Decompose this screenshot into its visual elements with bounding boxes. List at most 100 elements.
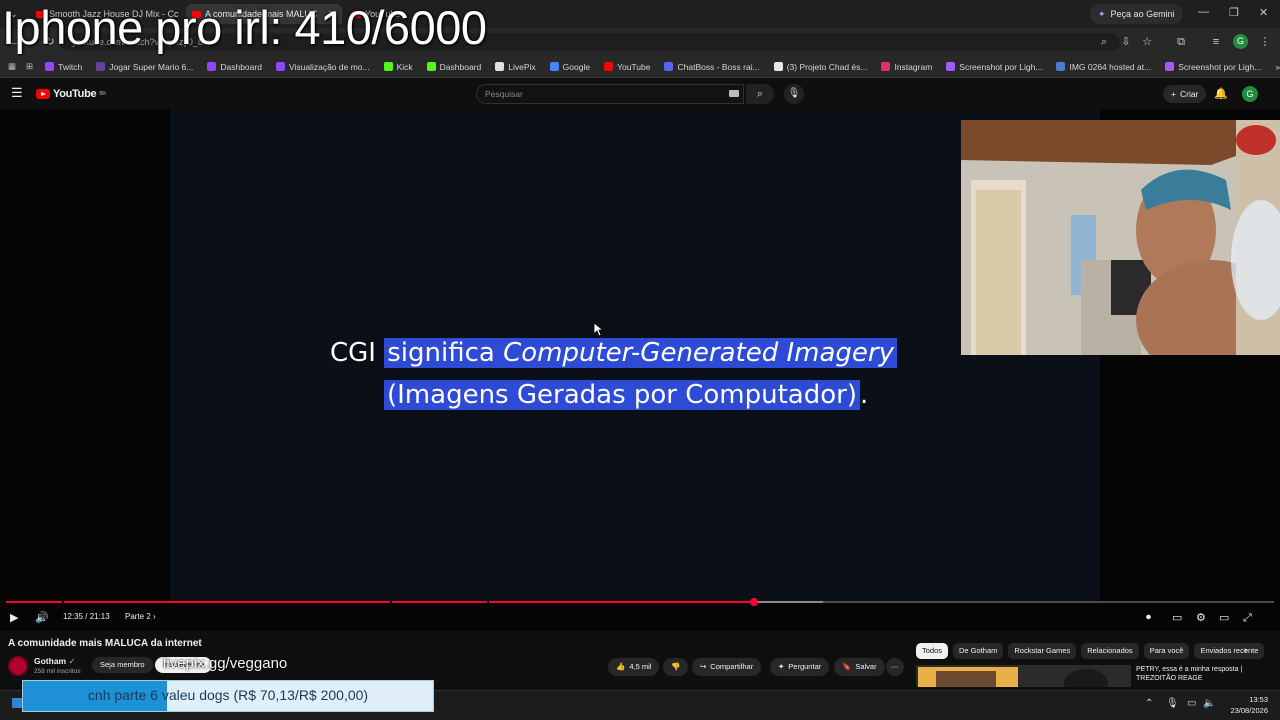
bookmark-item[interactable]: IMG 0264 hosted at... [1050, 62, 1157, 72]
bookmark-star-icon[interactable]: ☆ [1139, 34, 1155, 50]
like-button[interactable]: 👍 4,5 mil [608, 658, 660, 676]
subtitles-icon[interactable]: ▭ [1172, 611, 1182, 625]
logo-text: YouTube [53, 88, 97, 100]
chapter-button[interactable]: Parte 2 › [125, 612, 156, 621]
create-button[interactable]: + Criar [1163, 85, 1207, 103]
bookmark-item[interactable]: Dashboard [421, 62, 488, 72]
caption-line2: (Imagens Geradas por Computador) [384, 380, 860, 410]
chevron-up-icon[interactable]: ⌃ [1145, 698, 1153, 709]
bookmark-item[interactable]: Jogar Super Mario 6... [90, 62, 199, 72]
theater-mode-icon[interactable]: ▭ [1219, 611, 1229, 625]
grid-icon[interactable]: ⊞ [22, 61, 37, 72]
webcam-overlay [961, 120, 1280, 355]
video-title: A comunidade mais MALUCA da internet [8, 638, 202, 649]
channel-name[interactable]: Gotham ✓ [34, 656, 76, 667]
bookmark-favicon-icon [773, 62, 783, 71]
channel-name-text: Gotham [34, 656, 67, 666]
settings-gear-icon[interactable]: ⚙ [1196, 611, 1206, 625]
bookmark-label: (3) Projeto Chad és... [786, 61, 868, 72]
bookmark-item[interactable]: Visualização de mo... [270, 62, 376, 72]
subscriber-count: 258 mil inscritos [34, 668, 81, 675]
bookmark-item[interactable]: Google [544, 62, 596, 72]
search-button[interactable]: ⌕ [746, 84, 774, 104]
bookmark-favicon-icon [881, 62, 891, 71]
notifications-bell-icon[interactable]: 🔔 [1214, 87, 1228, 100]
chip-3[interactable]: Relacionados [1081, 643, 1139, 659]
chip-0[interactable]: Todos [916, 643, 949, 659]
minimize-icon[interactable]: — [1198, 6, 1209, 18]
chip-2[interactable]: Rockstar Games [1008, 643, 1077, 659]
youtube-logo[interactable]: YouTube BR [36, 88, 106, 100]
plus-icon: + [1171, 89, 1176, 99]
volume-icon[interactable]: 🔊 [35, 611, 49, 625]
ask-button[interactable]: ✦ Perguntar [770, 658, 830, 676]
bookmark-item[interactable]: Kick [378, 62, 419, 72]
bookmark-item[interactable]: ChatBoss - Boss rai... [658, 62, 765, 72]
chip-5[interactable]: Enviados recente [1194, 643, 1265, 659]
autoplay-toggle-icon[interactable]: ⏺ [1146, 611, 1151, 625]
apps-icon[interactable]: ▦ [4, 61, 20, 72]
dislike-button[interactable]: 👎 [663, 658, 689, 676]
media-icon[interactable]: ≡ [1208, 34, 1224, 50]
bookmark-item[interactable]: LivePix [489, 62, 541, 72]
chip-4[interactable]: Para você [1143, 643, 1190, 659]
more-actions-button[interactable]: ⋯ [886, 658, 904, 676]
recommendation-title[interactable]: PETRY, essa é a minha resposta | TREZOIT… [1136, 665, 1276, 683]
install-icon[interactable]: ⇩ [1118, 34, 1134, 50]
join-button[interactable]: Seja membro [92, 657, 153, 673]
bookmark-item[interactable]: YouTube [598, 62, 656, 72]
thumbs-up-icon: 👍 [616, 662, 626, 671]
bookmark-item[interactable]: (3) Projeto Chad és... [768, 62, 874, 72]
search-input[interactable]: Pesquisar [476, 84, 744, 104]
caption-word: significa [387, 338, 504, 368]
gemini-button[interactable]: ✦ Peça ao Gemini [1090, 4, 1183, 24]
bookmark-item[interactable]: Instagram [875, 62, 938, 72]
keyboard-icon[interactable] [729, 90, 739, 97]
caption-end: . [859, 380, 869, 410]
bookmark-label: Google [562, 61, 591, 72]
menu-kebab-icon[interactable]: ⋮ [1257, 34, 1273, 50]
microphone-tray-icon[interactable]: 🎙 [1166, 698, 1179, 709]
hamburger-menu-icon[interactable]: ☰ [11, 86, 25, 100]
chapter-marker [487, 601, 489, 603]
bookmarks-bar: ▦ ⊞ Twitch Jogar Super Mario 6... Dashboar… [0, 56, 1280, 78]
system-clock[interactable]: 13:53 23/08/2026 [1216, 694, 1268, 716]
time-display: 12:35 / 21:13 [63, 612, 110, 621]
fullscreen-icon[interactable]: ⤢ [1243, 611, 1252, 625]
save-button[interactable]: 🔖 Salvar [834, 658, 885, 676]
bookmark-label: Screenshot por Ligh... [1178, 61, 1262, 72]
network-icon[interactable]: ▭ [1187, 698, 1196, 709]
bookmark-item[interactable]: Screenshot por Ligh... [940, 62, 1048, 72]
clock-time: 13:53 [1249, 695, 1268, 704]
microphone-icon[interactable]: 🎙 [784, 84, 804, 104]
windows-start-icon[interactable] [12, 698, 22, 708]
caption-highlight: significa Computer-Generated Imagery [384, 338, 898, 368]
speaker-tray-icon[interactable]: 🔈 [1203, 698, 1215, 709]
bookmark-item[interactable]: Screenshot por Ligh... [1159, 62, 1267, 72]
bookmark-label: Visualização de mo... [288, 61, 370, 72]
chevron-right-icon[interactable]: › [1244, 645, 1247, 656]
recommendation-chips: Todos De Gotham Rockstar Games Relacionados… [916, 643, 1265, 659]
bookmark-label: Twitch [58, 61, 83, 72]
maximize-icon[interactable]: ❐ [1229, 6, 1239, 19]
profile-avatar[interactable]: G [1233, 34, 1248, 49]
zoom-icon[interactable]: ⌕ [1096, 34, 1112, 50]
extensions-icon[interactable]: ⧉ [1173, 34, 1189, 50]
recommendation-thumbnail[interactable] [916, 665, 1131, 687]
chip-1[interactable]: De Gotham [953, 643, 1004, 659]
close-window-icon[interactable]: ✕ [1259, 6, 1268, 19]
sparkle-icon: ✦ [1098, 8, 1106, 19]
play-icon[interactable]: ▶ [10, 611, 18, 625]
bookmark-favicon-icon [1056, 62, 1066, 71]
bookmark-item[interactable]: Twitch [39, 62, 88, 72]
bookmark-label: Jogar Super Mario 6... [109, 61, 194, 72]
account-avatar[interactable]: G [1242, 86, 1258, 102]
bookmark-icon: 🔖 [842, 662, 852, 671]
chapter-label: Parte 2 [125, 612, 151, 621]
share-button[interactable]: ↪ Compartilhar [692, 658, 762, 676]
chapter-marker [390, 601, 392, 603]
more-bookmarks-icon[interactable]: » [1269, 62, 1280, 72]
bookmark-item[interactable]: Dashboard [201, 62, 268, 72]
channel-avatar[interactable] [8, 656, 28, 676]
verified-icon: ✓ [68, 656, 76, 666]
